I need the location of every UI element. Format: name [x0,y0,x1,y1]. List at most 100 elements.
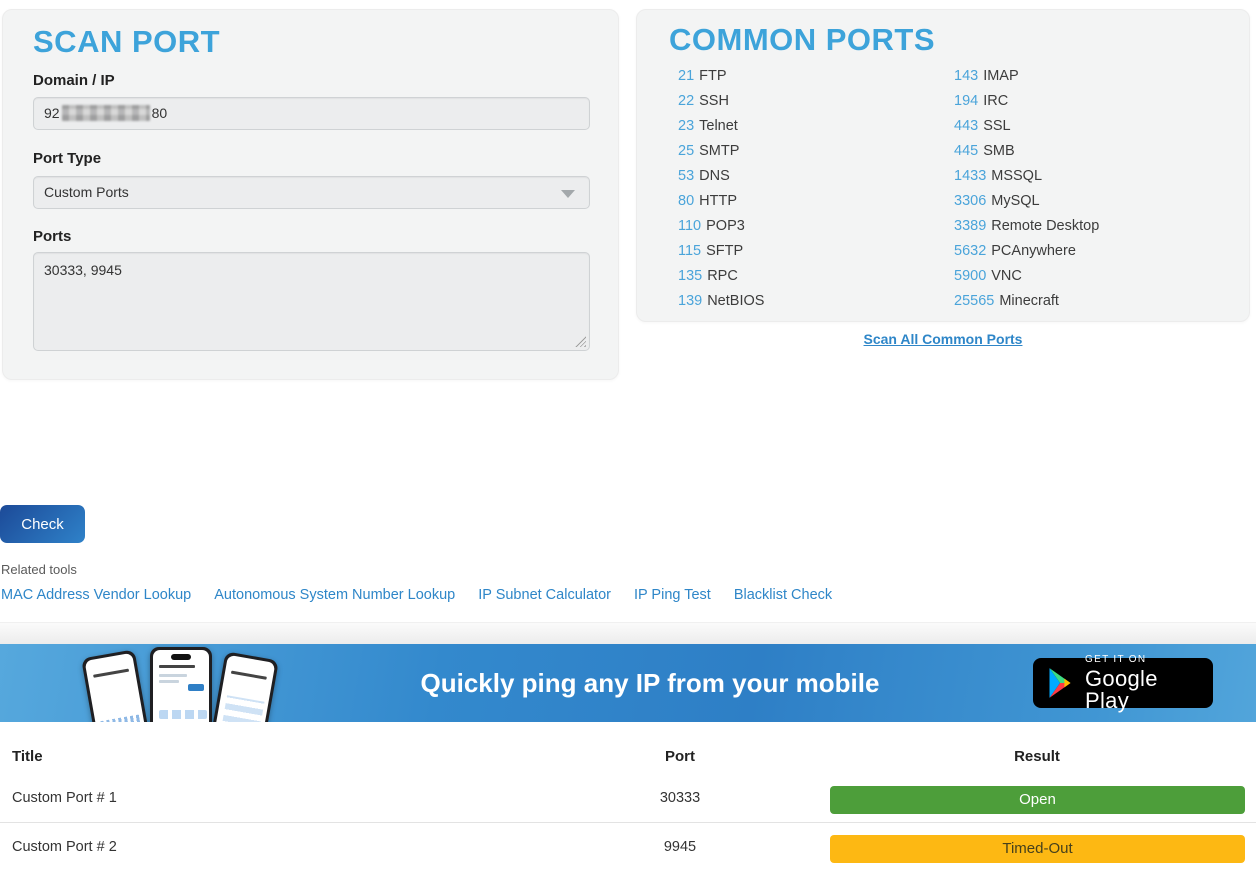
port-type-select[interactable]: Custom Ports [33,176,590,209]
table-row-title: Custom Port # 1 [12,790,117,806]
port-number: 23 [678,118,694,134]
port-entry: 110 POP3 [678,214,764,239]
port-number: 143 [954,68,978,84]
scan-all-common-ports-link[interactable]: Scan All Common Ports [864,331,1023,347]
related-tools-heading: Related tools [1,562,77,577]
port-entry: 135 RPC [678,264,764,289]
table-row-divider [0,822,1256,823]
port-entry: 1433MSSQL [954,164,1099,189]
port-number: 115 [678,243,701,259]
common-ports-title: COMMON PORTS [669,22,935,58]
port-number: 3389 [954,218,986,234]
port-number: 139 [678,293,702,309]
ports-value: 30333, 9945 [44,262,122,278]
port-number: 22 [678,93,694,109]
port-number: 53 [678,168,694,184]
port-name: MySQL [991,193,1039,209]
banner-headline: Quickly ping any IP from your mobile [340,668,960,699]
port-entry: 53 DNS [678,164,764,189]
port-entry: 143 IMAP [954,64,1099,89]
port-name: RPC [707,268,738,284]
redacted-ip-blur [62,105,150,121]
result-badge-open: Open [830,786,1245,814]
port-entry: 3389 Remote Desktop [954,214,1099,239]
port-number: 3306 [954,193,986,209]
play-badge-large-text: Google Play [1085,668,1200,712]
port-entry: 139NetBIOS [678,289,764,314]
result-badge-timeout: Timed-Out [830,835,1245,863]
port-entry: 21 FTP [678,64,764,89]
port-number: 443 [954,118,978,134]
port-name: SSH [699,93,729,109]
port-entry: 194IRC [954,89,1099,114]
port-entry: 115 SFTP [678,239,764,264]
port-name: VNC [991,268,1022,284]
link-asn-lookup[interactable]: Autonomous System Number Lookup [214,587,455,603]
port-name: SMTP [699,143,739,159]
ports-label: Ports [33,228,71,245]
table-row-port: 9945 [600,839,760,855]
port-name: FTP [699,68,726,84]
port-entry: 443 SSL [954,114,1099,139]
port-entry: 5632PCAnywhere [954,239,1099,264]
table-header-title: Title [12,748,43,765]
port-number: 21 [678,68,694,84]
chevron-down-icon [561,190,575,198]
port-number: 25 [678,143,694,159]
phone-mockup-center [150,647,212,722]
port-number: 80 [678,193,694,209]
scan-port-title: SCAN PORT [33,24,220,60]
link-ip-ping-test[interactable]: IP Ping Test [634,587,711,603]
port-number: 194 [954,93,978,109]
common-ports-panel: COMMON PORTS 21 FTP 22 SSH 23 Telnet 25 SMTP… [636,9,1250,322]
port-number: 110 [678,218,701,234]
link-mac-address-vendor-lookup[interactable]: MAC Address Vendor Lookup [1,587,191,603]
related-tools-links: MAC Address Vendor Lookup Autonomous Sys… [1,587,832,603]
domain-ip-label: Domain / IP [33,72,115,89]
phone-mockup-left [81,649,157,722]
port-number: 1433 [954,168,986,184]
port-name: Telnet [699,118,738,134]
port-name: SMB [983,143,1014,159]
port-entry: 5900 VNC [954,264,1099,289]
ports-textarea[interactable]: 30333, 9945 [33,252,590,351]
table-header-result: Result [957,748,1117,765]
port-entry: 445 SMB [954,139,1099,164]
port-name: POP3 [706,218,745,234]
port-entry: 22 SSH [678,89,764,114]
google-play-badge[interactable]: GET IT ON Google Play [1033,658,1213,708]
port-name: SSL [983,118,1010,134]
common-ports-column-2: 143 IMAP 194IRC 443 SSL 445 SMB 1433MSSQL 3… [954,64,1099,314]
port-number: 445 [954,143,978,159]
port-name: SFTP [706,243,743,259]
port-number: 135 [678,268,702,284]
scan-port-panel: SCAN PORT Domain / IP 92 80 Port Type Cus… [2,9,619,380]
port-name: PCAnywhere [991,243,1076,259]
section-divider-strip [0,622,1256,644]
table-row-title: Custom Port # 2 [12,839,117,855]
table-header-port: Port [600,748,760,765]
port-entry: 23 Telnet [678,114,764,139]
port-number: 25565 [954,293,994,309]
port-number: 5900 [954,268,986,284]
port-name: DNS [699,168,730,184]
port-name: HTTP [699,193,737,209]
domain-ip-value-prefix: 92 [44,105,60,121]
mobile-app-banner: Quickly ping any IP from your mobile GET… [0,644,1256,722]
link-ip-subnet-calculator[interactable]: IP Subnet Calculator [478,587,611,603]
port-entry: 3306 MySQL [954,189,1099,214]
port-name: IMAP [983,68,1018,84]
google-play-icon [1046,666,1074,700]
resize-handle[interactable] [575,336,586,347]
port-type-selected-value: Custom Ports [44,184,129,200]
common-ports-column-1: 21 FTP 22 SSH 23 Telnet 25 SMTP 53 DNS 80 HTTP… [678,64,764,314]
check-button[interactable]: Check [0,505,85,543]
port-entry: 80 HTTP [678,189,764,214]
port-type-label: Port Type [33,150,101,167]
domain-ip-input[interactable]: 92 80 [33,97,590,130]
table-row-port: 30333 [600,790,760,806]
scan-all-wrap: Scan All Common Ports [636,331,1250,349]
port-name: Remote Desktop [991,218,1099,234]
link-blacklist-check[interactable]: Blacklist Check [734,587,832,603]
domain-ip-value-suffix: 80 [152,105,168,121]
